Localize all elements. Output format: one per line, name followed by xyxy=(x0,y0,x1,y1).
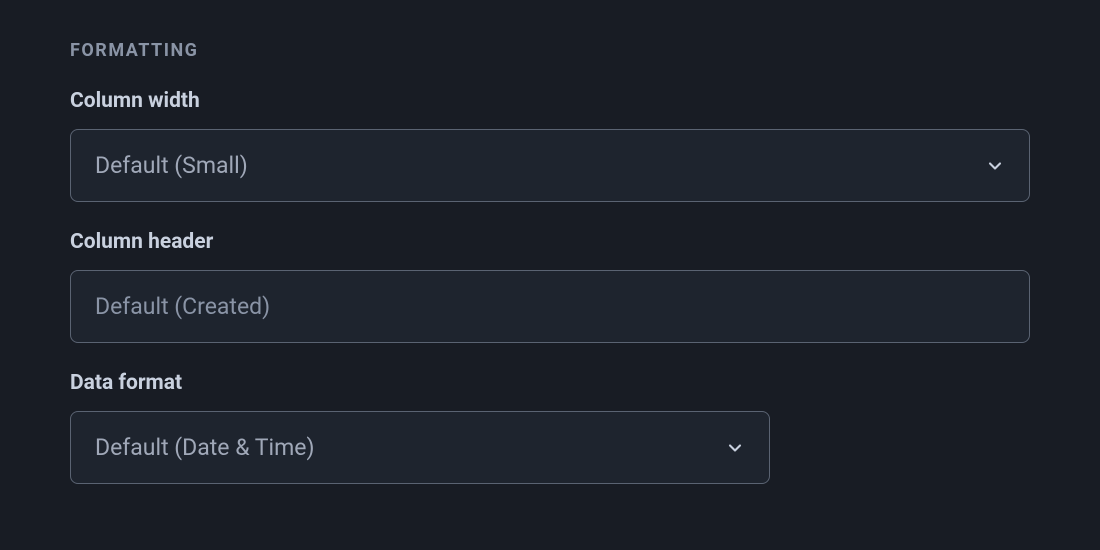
column-header-field: Column header xyxy=(70,230,1030,343)
data-format-label: Data format xyxy=(70,371,1030,395)
data-format-field: Data format Default (Date & Time) xyxy=(70,371,1030,484)
column-width-select[interactable]: Default (Small) xyxy=(70,129,1030,202)
data-format-select[interactable]: Default (Date & Time) xyxy=(70,411,770,484)
column-width-label: Column width xyxy=(70,89,1030,113)
column-header-input[interactable] xyxy=(70,270,1030,343)
formatting-section: FORMATTING Column width Default (Small) … xyxy=(70,40,1030,484)
column-width-field: Column width Default (Small) xyxy=(70,89,1030,202)
chevron-down-icon xyxy=(985,156,1005,176)
column-width-value: Default (Small) xyxy=(95,152,248,179)
column-header-label: Column header xyxy=(70,230,1030,254)
chevron-down-icon xyxy=(725,438,745,458)
section-title: FORMATTING xyxy=(70,40,1030,61)
data-format-value: Default (Date & Time) xyxy=(95,434,314,461)
